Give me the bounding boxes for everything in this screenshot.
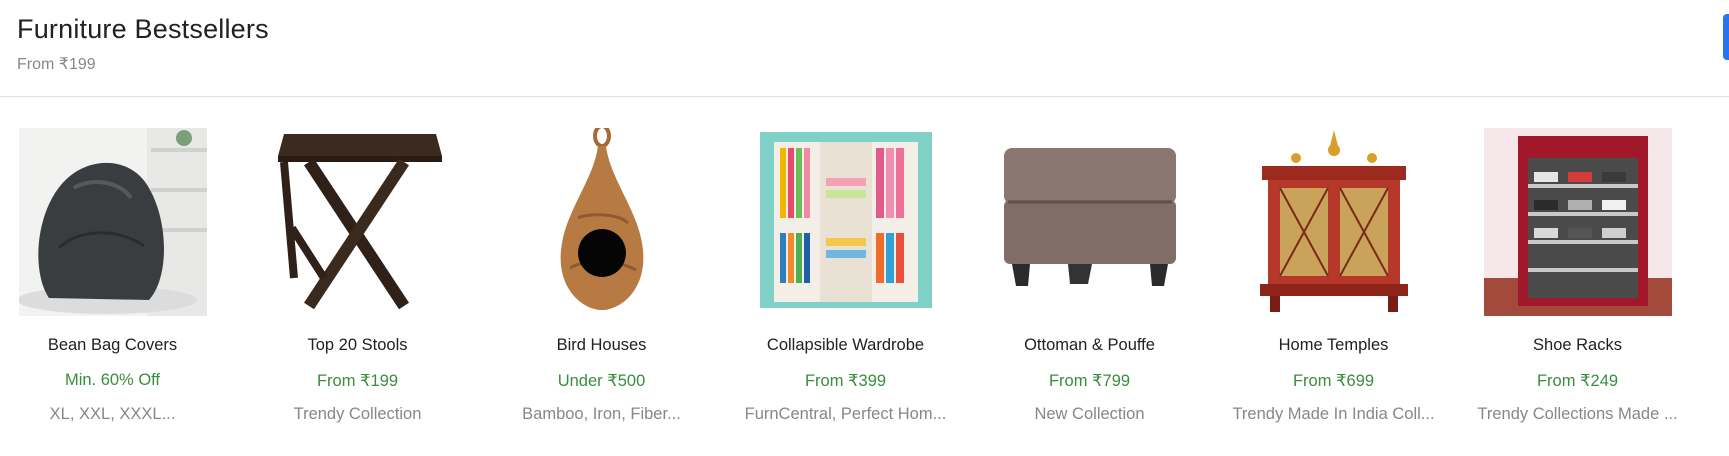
product-offer: From ₹399: [804, 372, 887, 390]
product-name: Home Temples: [1278, 336, 1389, 354]
product-offer: Under ₹500: [557, 372, 646, 390]
product-description: XL, XXL, XXXL...: [49, 405, 176, 423]
bean-bag-image: [18, 128, 207, 316]
section-header: Furniture Bestsellers From ₹199: [0, 0, 1729, 97]
product-description: Trendy Made In India Coll...: [1232, 405, 1435, 423]
product-name: Top 20 Stools: [307, 336, 408, 354]
product-offer: From ₹699: [1292, 372, 1375, 390]
product-card-bean-bag[interactable]: Bean Bag Covers Min. 60% Off XL, XXL, XX…: [0, 122, 234, 432]
product-description: New Collection: [1034, 405, 1145, 423]
product-offer: From ₹249: [1536, 372, 1619, 390]
home-temple-image: [1239, 128, 1428, 316]
view-all-button[interactable]: [1723, 14, 1729, 60]
product-card-wardrobe[interactable]: Collapsible Wardrobe From ₹399 FurnCentr…: [724, 122, 967, 432]
product-card-shoe-racks[interactable]: Shoe Racks From ₹249 Trendy Collections …: [1456, 122, 1699, 432]
wardrobe-image: [751, 128, 940, 316]
product-name: Shoe Racks: [1533, 336, 1622, 354]
product-card-home-temples[interactable]: Home Temples From ₹699 Trendy Made In In…: [1212, 122, 1455, 432]
product-card-stools[interactable]: Top 20 Stools From ₹199 Trendy Collectio…: [236, 122, 479, 432]
section-title: Furniture Bestsellers: [17, 14, 269, 44]
product-name: Collapsible Wardrobe: [766, 336, 925, 354]
shoe-rack-image: [1483, 128, 1672, 316]
section-subtitle: From ₹199: [17, 56, 96, 73]
product-offer: From ₹799: [1048, 372, 1131, 390]
product-description: Trendy Collection: [293, 405, 422, 423]
product-name: Bean Bag Covers: [47, 336, 178, 354]
product-name: Bird Houses: [556, 336, 647, 354]
product-name: Ottoman & Pouffe: [1024, 336, 1155, 354]
bird-house-image: [507, 128, 696, 316]
product-description: Bamboo, Iron, Fiber...: [522, 405, 681, 423]
product-carousel: Bean Bag Covers Min. 60% Off XL, XXL, XX…: [0, 122, 1729, 432]
product-card-ottoman[interactable]: Ottoman & Pouffe From ₹799 New Collectio…: [968, 122, 1211, 432]
product-description: FurnCentral, Perfect Hom...: [744, 405, 947, 423]
product-offer: From ₹199: [316, 372, 399, 390]
product-card-bird-houses[interactable]: Bird Houses Under ₹500 Bamboo, Iron, Fib…: [480, 122, 723, 432]
product-description: Trendy Collections Made ...: [1477, 405, 1678, 423]
ottoman-image: [995, 128, 1184, 316]
product-offer: Min. 60% Off: [64, 371, 161, 389]
folding-stool-image: [263, 128, 452, 316]
